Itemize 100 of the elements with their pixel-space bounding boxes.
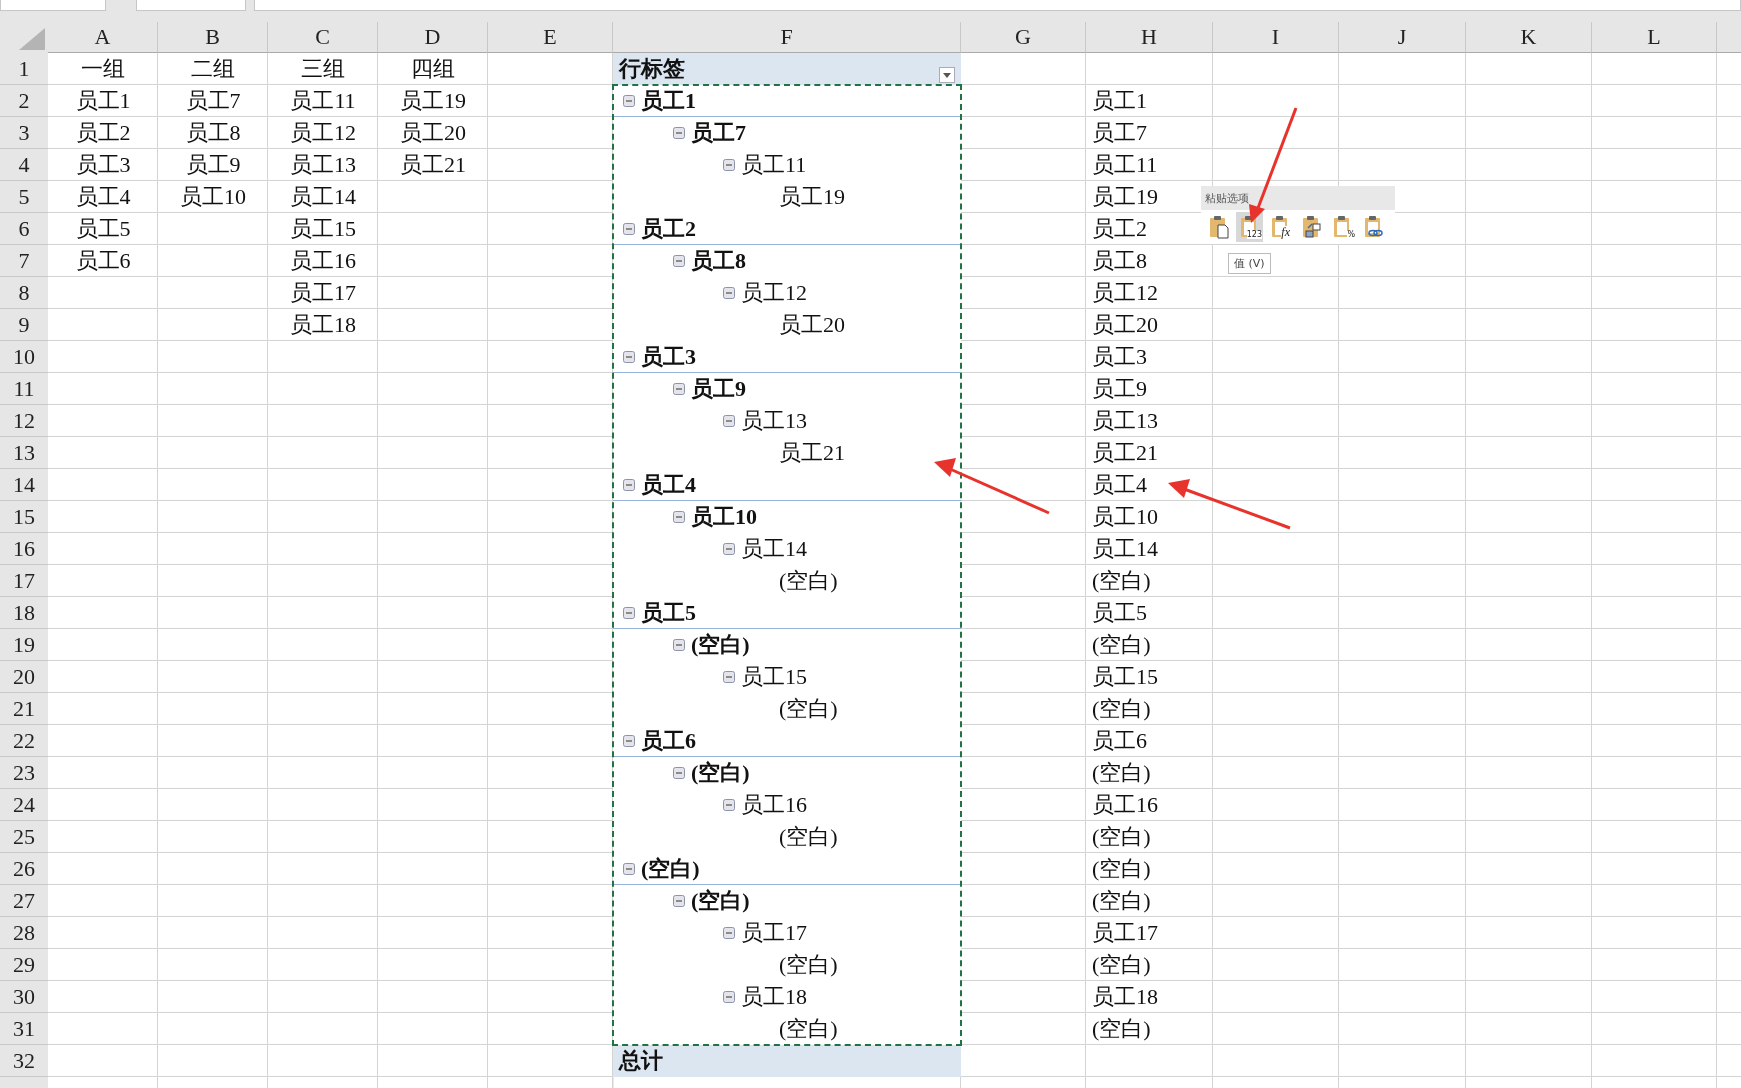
collapse-button[interactable] <box>623 863 635 875</box>
row-header[interactable]: 16 <box>0 533 48 565</box>
row-header[interactable]: 22 <box>0 725 48 757</box>
tooltip: 值 (V) <box>1228 253 1271 274</box>
paste-option-button[interactable]: % <box>1329 212 1356 242</box>
row-header[interactable]: 25 <box>0 821 48 853</box>
collapse-button[interactable] <box>723 799 735 811</box>
row-header[interactable]: 19 <box>0 629 48 661</box>
table-cell-text: 员工3 <box>74 151 132 179</box>
column-header[interactable]: D <box>378 22 488 53</box>
collapse-button[interactable] <box>673 383 685 395</box>
column-header[interactable]: G <box>961 22 1086 53</box>
row-header[interactable]: 12 <box>0 405 48 437</box>
row-header[interactable]: 30 <box>0 981 48 1013</box>
collapse-button[interactable] <box>673 639 685 651</box>
table-cell-text: 员工1 <box>1091 87 1147 115</box>
pivot-row-label: 员工8 <box>691 247 746 275</box>
collapse-button[interactable] <box>623 223 635 235</box>
table-cell-text: 员工8 <box>1091 247 1147 275</box>
table-cell-text: (空白) <box>1091 855 1151 883</box>
formula-field[interactable] <box>254 0 1741 11</box>
row-header[interactable]: 9 <box>0 309 48 341</box>
paste-option-button[interactable]: fx <box>1267 212 1294 242</box>
row-header[interactable]: 21 <box>0 693 48 725</box>
table-cell-text: 员工13 <box>1091 407 1158 435</box>
row-header[interactable]: 7 <box>0 245 48 277</box>
name-box[interactable] <box>0 0 106 11</box>
row-header[interactable]: 17 <box>0 565 48 597</box>
collapse-button[interactable] <box>623 607 635 619</box>
collapse-button[interactable] <box>673 255 685 267</box>
table-cell-text: 员工16 <box>289 247 357 275</box>
row-header[interactable]: 13 <box>0 437 48 469</box>
pivot-row-label: 员工2 <box>641 215 696 243</box>
row-header[interactable]: 8 <box>0 277 48 309</box>
row-header[interactable]: 15 <box>0 501 48 533</box>
row-header[interactable]: 27 <box>0 885 48 917</box>
table-cell-text: (空白) <box>1091 887 1151 915</box>
collapse-button[interactable] <box>723 415 735 427</box>
table-cell-text: 员工17 <box>1091 919 1158 947</box>
row-header[interactable]: 3 <box>0 117 48 149</box>
collapse-button[interactable] <box>673 895 685 907</box>
column-header[interactable]: J <box>1339 22 1466 53</box>
collapse-button[interactable] <box>673 767 685 779</box>
pivot-row-label: (空白) <box>779 823 838 851</box>
paste-option-button[interactable]: 123 <box>1236 212 1263 242</box>
filter-dropdown-button[interactable] <box>939 67 955 83</box>
row-header[interactable]: 23 <box>0 757 48 789</box>
collapse-button[interactable] <box>673 127 685 139</box>
column-header[interactable]: I <box>1213 22 1339 53</box>
column-header[interactable]: L <box>1592 22 1717 53</box>
collapse-button[interactable] <box>623 95 635 107</box>
row-header[interactable]: 5 <box>0 181 48 213</box>
column-header[interactable]: A <box>48 22 158 53</box>
column-header[interactable]: C <box>268 22 378 53</box>
collapse-button[interactable] <box>723 927 735 939</box>
table-cell-text: 员工20 <box>399 119 467 147</box>
pivot-row-label: 员工7 <box>691 119 746 147</box>
row-header[interactable]: 20 <box>0 661 48 693</box>
table-cell-text: 员工19 <box>1091 183 1158 211</box>
collapse-button[interactable] <box>623 735 635 747</box>
pivot-row-label: 员工19 <box>779 183 845 211</box>
table-cell-text: 员工5 <box>1091 599 1147 627</box>
row-header[interactable]: 11 <box>0 373 48 405</box>
row-header[interactable]: 1 <box>0 53 48 85</box>
collapse-button[interactable] <box>723 287 735 299</box>
row-header[interactable]: 24 <box>0 789 48 821</box>
table-cell-text: (空白) <box>1091 1015 1151 1043</box>
column-header[interactable] <box>1717 22 1741 53</box>
row-header[interactable]: 4 <box>0 149 48 181</box>
pivot-row-label: (空白) <box>691 759 750 787</box>
row-header[interactable]: 29 <box>0 949 48 981</box>
collapse-button[interactable] <box>723 543 735 555</box>
row-header[interactable]: 14 <box>0 469 48 501</box>
pivot-row-label: 员工3 <box>641 343 696 371</box>
collapse-button[interactable] <box>673 511 685 523</box>
table-cell-text: 员工12 <box>1091 279 1158 307</box>
row-header[interactable]: 2 <box>0 85 48 117</box>
row-header[interactable]: 6 <box>0 213 48 245</box>
clipboard-icon <box>1301 215 1322 239</box>
collapse-button[interactable] <box>723 671 735 683</box>
row-header[interactable]: 10 <box>0 341 48 373</box>
collapse-button[interactable] <box>723 991 735 1003</box>
column-header[interactable]: B <box>158 22 268 53</box>
table-cell-text: 员工8 <box>184 119 242 147</box>
function-field[interactable] <box>136 0 246 11</box>
table-cell-text: 四组 <box>410 55 456 83</box>
column-header[interactable]: E <box>488 22 613 53</box>
collapse-button[interactable] <box>623 479 635 491</box>
column-header[interactable]: K <box>1466 22 1592 53</box>
row-header[interactable]: 28 <box>0 917 48 949</box>
row-header[interactable]: 18 <box>0 597 48 629</box>
column-header[interactable]: H <box>1086 22 1213 53</box>
row-header[interactable]: 31 <box>0 1013 48 1045</box>
pivot-row-label: 员工13 <box>741 407 807 435</box>
column-header[interactable]: F <box>613 22 961 53</box>
collapse-button[interactable] <box>623 351 635 363</box>
row-header[interactable]: 26 <box>0 853 48 885</box>
collapse-button[interactable] <box>723 159 735 171</box>
row-header[interactable]: 32 <box>0 1045 48 1077</box>
table-cell-text: 员工16 <box>1091 791 1158 819</box>
